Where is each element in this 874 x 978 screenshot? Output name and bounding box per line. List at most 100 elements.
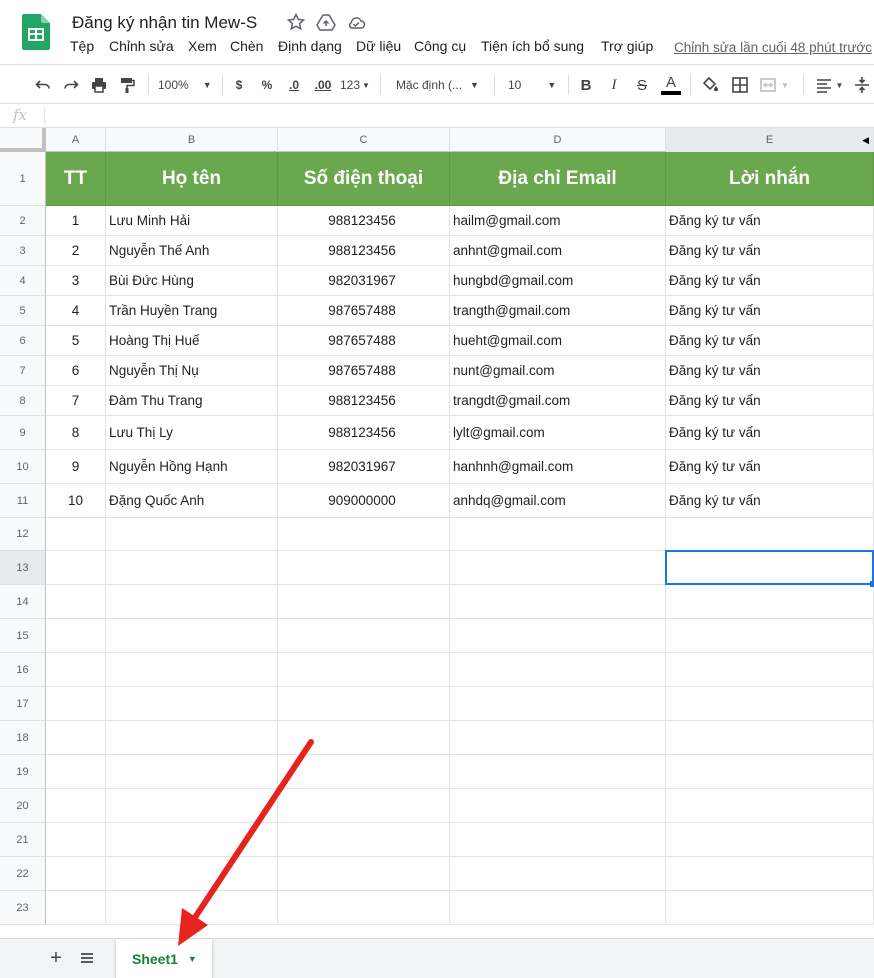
row-header-3[interactable]: 3 xyxy=(0,236,46,266)
header-cell-email[interactable]: Địa chỉ Email xyxy=(450,152,666,206)
cell-email[interactable]: hueht@gmail.com xyxy=(450,326,666,356)
cell-email[interactable]: anhnt@gmail.com xyxy=(450,236,666,266)
empty-cell[interactable] xyxy=(46,687,106,721)
menu-addons[interactable]: Tiện ích bổ sung xyxy=(481,38,584,54)
fill-handle[interactable] xyxy=(870,581,874,587)
header-cell-message[interactable]: Lời nhắn xyxy=(666,152,874,206)
empty-cell[interactable] xyxy=(106,789,278,823)
empty-cell[interactable] xyxy=(106,687,278,721)
row-header-18[interactable]: 18 xyxy=(0,721,46,755)
decrease-decimal-button[interactable]: .0 xyxy=(283,73,305,97)
cell-name[interactable]: Nguyễn Hồng Hạnh xyxy=(106,450,278,484)
zoom-select[interactable]: 100% ▼ xyxy=(158,73,214,97)
empty-cell[interactable] xyxy=(666,687,874,721)
column-header-d[interactable]: D xyxy=(450,128,666,152)
cell-tt[interactable]: 10 xyxy=(46,484,106,518)
cell-email[interactable]: lylt@gmail.com xyxy=(450,416,666,450)
header-cell-tt[interactable]: TT xyxy=(46,152,106,206)
move-to-drive-icon[interactable] xyxy=(316,12,336,32)
menu-view[interactable]: Xem xyxy=(188,38,217,54)
empty-cell[interactable] xyxy=(278,891,450,925)
cell-email[interactable]: anhdq@gmail.com xyxy=(450,484,666,518)
row-header-19[interactable]: 19 xyxy=(0,755,46,789)
row-header-9[interactable]: 9 xyxy=(0,416,46,450)
cell-tt[interactable]: 9 xyxy=(46,450,106,484)
row-header-14[interactable]: 14 xyxy=(0,585,46,619)
empty-cell[interactable] xyxy=(450,619,666,653)
empty-cell[interactable] xyxy=(106,653,278,687)
cell-message[interactable]: Đăng ký tư vấn xyxy=(666,416,874,450)
document-title[interactable]: Đăng ký nhận tin Mew-S xyxy=(72,13,257,33)
empty-cell[interactable] xyxy=(106,823,278,857)
empty-cell[interactable] xyxy=(450,518,666,551)
row-header-22[interactable]: 22 xyxy=(0,857,46,891)
cell-email[interactable]: hailm@gmail.com xyxy=(450,206,666,236)
cell-tt[interactable]: 7 xyxy=(46,386,106,416)
increase-decimal-button[interactable]: .00 xyxy=(310,73,336,97)
number-format-select[interactable]: 123 ▼ xyxy=(340,73,372,97)
formula-input[interactable] xyxy=(52,108,852,124)
empty-cell[interactable] xyxy=(46,518,106,551)
cell-email[interactable]: hungbd@gmail.com xyxy=(450,266,666,296)
text-color-button[interactable]: A xyxy=(660,73,682,97)
add-sheet-icon[interactable]: + xyxy=(46,948,66,968)
empty-cell[interactable] xyxy=(106,755,278,789)
row-header-6[interactable]: 6 xyxy=(0,326,46,356)
select-all-corner[interactable] xyxy=(0,128,46,152)
column-header-e[interactable]: E xyxy=(666,128,874,152)
menu-edit[interactable]: Chỉnh sửa xyxy=(109,38,174,54)
empty-cell[interactable] xyxy=(450,789,666,823)
empty-cell[interactable] xyxy=(46,857,106,891)
menu-insert[interactable]: Chèn xyxy=(230,38,263,54)
print-icon[interactable] xyxy=(88,73,110,97)
cell-message[interactable]: Đăng ký tư vấn xyxy=(666,450,874,484)
percent-format-button[interactable]: % xyxy=(257,73,277,97)
cell-phone[interactable]: 982031967 xyxy=(278,266,450,296)
horizontal-align-icon[interactable]: ▼ xyxy=(812,73,846,97)
empty-cell[interactable] xyxy=(666,653,874,687)
menu-format[interactable]: Định dạng xyxy=(278,38,342,54)
row-header-5[interactable]: 5 xyxy=(0,296,46,326)
empty-cell[interactable] xyxy=(278,551,450,585)
cell-email[interactable]: trangth@gmail.com xyxy=(450,296,666,326)
empty-cell[interactable] xyxy=(106,891,278,925)
cell-message[interactable]: Đăng ký tư vấn xyxy=(666,236,874,266)
empty-cell[interactable] xyxy=(666,891,874,925)
cell-message[interactable]: Đăng ký tư vấn xyxy=(666,206,874,236)
star-icon[interactable] xyxy=(286,12,306,32)
empty-cell[interactable] xyxy=(278,823,450,857)
menu-help[interactable]: Trợ giúp xyxy=(601,38,653,54)
empty-cell[interactable] xyxy=(666,789,874,823)
row-header-17[interactable]: 17 xyxy=(0,687,46,721)
vertical-align-icon[interactable] xyxy=(852,73,872,97)
empty-cell[interactable] xyxy=(106,857,278,891)
empty-cell[interactable] xyxy=(666,585,874,619)
row-header-1[interactable]: 1 xyxy=(0,152,46,206)
cell-phone[interactable]: 987657488 xyxy=(278,326,450,356)
cell-message[interactable]: Đăng ký tư vấn xyxy=(666,296,874,326)
redo-icon[interactable] xyxy=(60,73,82,97)
empty-cell[interactable] xyxy=(106,585,278,619)
row-header-2[interactable]: 2 xyxy=(0,206,46,236)
row-header-21[interactable]: 21 xyxy=(0,823,46,857)
cell-phone[interactable]: 988123456 xyxy=(278,236,450,266)
cell-name[interactable]: Nguyễn Thị Nụ xyxy=(106,356,278,386)
empty-cell[interactable] xyxy=(46,891,106,925)
row-header-11[interactable]: 11 xyxy=(0,484,46,518)
merge-cells-icon[interactable]: ▼ xyxy=(757,73,791,97)
cell-name[interactable]: Nguyễn Thế Anh xyxy=(106,236,278,266)
empty-cell[interactable] xyxy=(106,518,278,551)
empty-cell[interactable] xyxy=(450,721,666,755)
empty-cell[interactable] xyxy=(666,823,874,857)
row-header-23[interactable]: 23 xyxy=(0,891,46,925)
cell-phone[interactable]: 988123456 xyxy=(278,386,450,416)
empty-cell[interactable] xyxy=(450,585,666,619)
row-header-15[interactable]: 15 xyxy=(0,619,46,653)
cell-name[interactable]: Bùi Đức Hùng xyxy=(106,266,278,296)
paint-format-icon[interactable] xyxy=(116,73,138,97)
empty-cell[interactable] xyxy=(106,551,278,585)
row-header-7[interactable]: 7 xyxy=(0,356,46,386)
row-header-20[interactable]: 20 xyxy=(0,789,46,823)
currency-format-button[interactable]: $ xyxy=(230,73,248,97)
bold-button[interactable]: B xyxy=(576,73,596,97)
